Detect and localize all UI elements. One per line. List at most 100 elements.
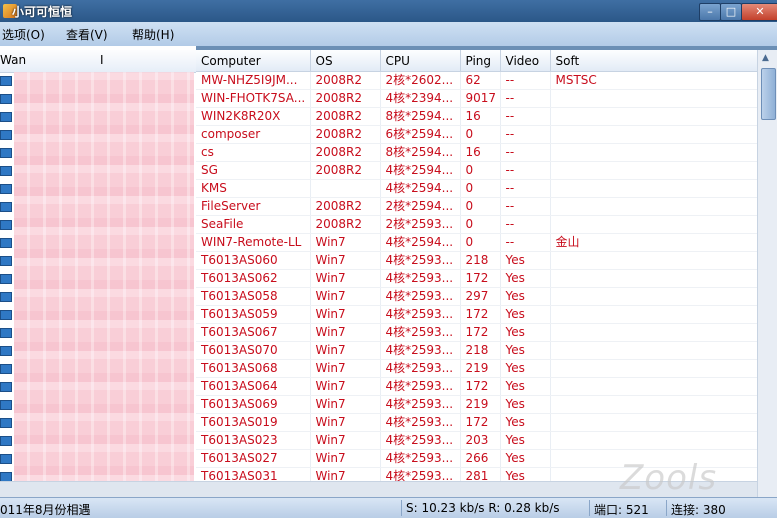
cell-video: -- bbox=[500, 143, 551, 162]
column-header-cpu[interactable]: CPU bbox=[380, 50, 461, 72]
cell-video: -- bbox=[500, 161, 551, 180]
cell-ping: 297 bbox=[460, 287, 501, 306]
scroll-thumb[interactable] bbox=[761, 68, 776, 120]
cell-cpu: 4核*2593... bbox=[380, 323, 461, 342]
cell-cpu: 4核*2594... bbox=[380, 233, 461, 252]
computer-icon bbox=[0, 454, 12, 464]
cell-cpu: 4核*2593... bbox=[380, 413, 461, 432]
cell-cpu: 2核*2594... bbox=[380, 197, 461, 216]
cell-cpu: 4核*2593... bbox=[380, 305, 461, 324]
cell-ping: 0 bbox=[460, 125, 501, 144]
cell-soft bbox=[550, 323, 757, 342]
close-button[interactable]: ✕ bbox=[741, 3, 777, 21]
vertical-scrollbar[interactable]: ▲ bbox=[757, 50, 777, 497]
table-row[interactable]: T6013AS067 Win7 4核*2593... 172 Yes bbox=[196, 323, 757, 342]
cell-ping: 172 bbox=[460, 413, 501, 432]
title-bar: 小可可恒恒 – □ ✕ bbox=[0, 0, 777, 22]
cell-cpu: 4核*2593... bbox=[380, 377, 461, 396]
cell-ping: 9017 bbox=[460, 89, 501, 108]
column-i[interactable]: I bbox=[100, 53, 104, 67]
column-header-video[interactable]: Video bbox=[500, 50, 551, 72]
minimize-button[interactable]: – bbox=[699, 3, 721, 21]
table-row[interactable]: T6013AS059 Win7 4核*2593... 172 Yes bbox=[196, 305, 757, 324]
cell-video: Yes bbox=[500, 395, 551, 414]
cell-cpu: 4核*2594... bbox=[380, 161, 461, 180]
cell-os: 2008R2 bbox=[310, 197, 381, 216]
cell-computer: WIN-FHOTK7SA... bbox=[196, 89, 311, 108]
cell-video: Yes bbox=[500, 413, 551, 432]
status-message: 011年8月份相遇 bbox=[0, 503, 91, 517]
table-row[interactable]: WIN2K8R20X 2008R2 8核*2594... 16 -- bbox=[196, 107, 757, 126]
cell-cpu: 4核*2593... bbox=[380, 269, 461, 288]
scroll-up-icon[interactable]: ▲ bbox=[762, 53, 769, 63]
computer-icon bbox=[0, 418, 12, 428]
cell-computer: WIN7-Remote-LL bbox=[196, 233, 311, 252]
table-row[interactable]: T6013AS068 Win7 4核*2593... 219 Yes bbox=[196, 359, 757, 378]
computer-icon bbox=[0, 94, 12, 104]
cell-computer: T6013AS069 bbox=[196, 395, 311, 414]
cell-soft bbox=[550, 269, 757, 288]
table-row[interactable]: FileServer 2008R2 2核*2594... 0 -- bbox=[196, 197, 757, 216]
column-header-ping[interactable]: Ping bbox=[460, 50, 501, 72]
cell-ping: 172 bbox=[460, 269, 501, 288]
cell-cpu: 4核*2593... bbox=[380, 449, 461, 468]
cell-ping: 0 bbox=[460, 197, 501, 216]
table-row[interactable]: T6013AS023 Win7 4核*2593... 203 Yes bbox=[196, 431, 757, 450]
table-row[interactable]: T6013AS058 Win7 4核*2593... 297 Yes bbox=[196, 287, 757, 306]
cell-ping: 0 bbox=[460, 161, 501, 180]
table-row[interactable]: SG 2008R2 4核*2594... 0 -- bbox=[196, 161, 757, 180]
table-row[interactable]: SeaFile 2008R2 2核*2593... 0 -- bbox=[196, 215, 757, 234]
cell-cpu: 2核*2593... bbox=[380, 215, 461, 234]
cell-soft bbox=[550, 179, 757, 198]
cell-cpu: 8核*2594... bbox=[380, 143, 461, 162]
cell-os: Win7 bbox=[310, 251, 381, 270]
table-row[interactable]: cs 2008R2 8核*2594... 16 -- bbox=[196, 143, 757, 162]
column-header-os[interactable]: OS bbox=[310, 50, 381, 72]
menu-bar: 选项(O) 查看(V) 帮助(H) bbox=[0, 22, 777, 46]
cell-video: Yes bbox=[500, 323, 551, 342]
cell-video: Yes bbox=[500, 359, 551, 378]
cell-cpu: 4核*2593... bbox=[380, 251, 461, 270]
computer-icon bbox=[0, 346, 12, 356]
table-row[interactable]: composer 2008R2 6核*2594... 0 -- bbox=[196, 125, 757, 144]
table-row[interactable]: WIN-FHOTK7SA... 2008R2 4核*2394... 9017 -- bbox=[196, 89, 757, 108]
cell-soft bbox=[550, 305, 757, 324]
cell-video: -- bbox=[500, 71, 551, 90]
cell-cpu: 2核*2602... bbox=[380, 71, 461, 90]
table-row[interactable]: T6013AS062 Win7 4核*2593... 172 Yes bbox=[196, 269, 757, 288]
table-row[interactable]: T6013AS070 Win7 4核*2593... 218 Yes bbox=[196, 341, 757, 360]
cell-soft bbox=[550, 251, 757, 270]
cell-video: Yes bbox=[500, 449, 551, 468]
table-row[interactable]: WIN7-Remote-LL Win7 4核*2594... 0 -- 金山 bbox=[196, 233, 757, 252]
table-row[interactable]: T6013AS069 Win7 4核*2593... 219 Yes bbox=[196, 395, 757, 414]
maximize-button[interactable]: □ bbox=[720, 3, 742, 21]
cell-computer: composer bbox=[196, 125, 311, 144]
computer-icon bbox=[0, 364, 12, 374]
menu-view[interactable]: 查看(V) bbox=[66, 26, 108, 43]
column-header-soft[interactable]: Soft bbox=[550, 50, 757, 72]
cell-soft bbox=[550, 359, 757, 378]
table-row[interactable]: T6013AS019 Win7 4核*2593... 172 Yes bbox=[196, 413, 757, 432]
cell-cpu: 4核*2593... bbox=[380, 395, 461, 414]
cell-computer: SeaFile bbox=[196, 215, 311, 234]
cell-cpu: 4核*2394... bbox=[380, 89, 461, 108]
table-row[interactable]: T6013AS060 Win7 4核*2593... 218 Yes bbox=[196, 251, 757, 270]
table-row[interactable]: MW-NHZ5I9JM... 2008R2 2核*2602... 62 -- MSTSC bbox=[196, 71, 757, 90]
table-row[interactable]: KMS 4核*2594... 0 -- bbox=[196, 179, 757, 198]
cell-cpu: 4核*2594... bbox=[380, 179, 461, 198]
menu-options[interactable]: 选项(O) bbox=[2, 26, 45, 43]
cell-video: Yes bbox=[500, 305, 551, 324]
table-row[interactable]: T6013AS064 Win7 4核*2593... 172 Yes bbox=[196, 377, 757, 396]
cell-os: 2008R2 bbox=[310, 143, 381, 162]
cell-os: Win7 bbox=[310, 233, 381, 252]
window-title: 小可可恒恒 bbox=[12, 5, 73, 19]
menu-help[interactable]: 帮助(H) bbox=[132, 26, 174, 43]
cell-soft bbox=[550, 197, 757, 216]
column-header-computer[interactable]: Computer bbox=[196, 50, 311, 72]
cell-ping: 219 bbox=[460, 395, 501, 414]
cell-os: Win7 bbox=[310, 269, 381, 288]
cell-computer: FileServer bbox=[196, 197, 311, 216]
cell-computer: T6013AS067 bbox=[196, 323, 311, 342]
column-wan[interactable]: Wan bbox=[0, 53, 26, 67]
cell-ping: 218 bbox=[460, 341, 501, 360]
